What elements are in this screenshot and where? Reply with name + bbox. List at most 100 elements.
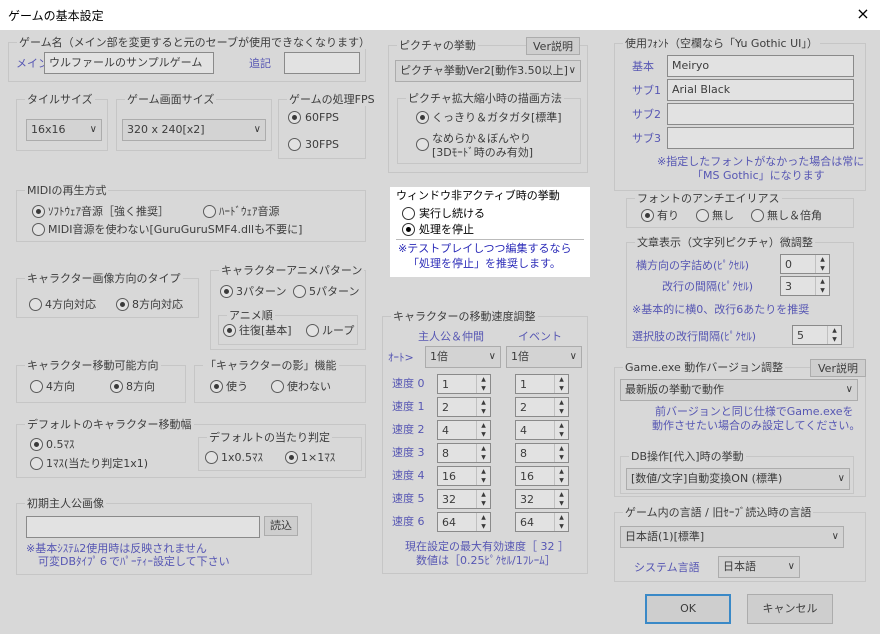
auto-hero-select[interactable]: 1倍 ∨ [425,346,501,368]
spin-down-icon[interactable]: ▼ [477,384,490,393]
order-loop-radio[interactable] [306,324,319,337]
spin-down-icon[interactable]: ▼ [477,453,490,462]
spin-buttons[interactable]: ▲ ▼ [554,398,568,416]
move-8-radio[interactable] [110,380,123,393]
picture-behavior-select[interactable]: ピクチャ挙動Ver2[動作3.50以上] ∨ [395,60,581,82]
spacing-spin[interactable]: 0 ▲ ▼ [780,254,830,274]
spin-up-icon[interactable]: ▲ [555,490,568,499]
order-pingpong-radio[interactable] [223,324,236,337]
width-full-radio[interactable] [30,457,43,470]
speed-3-event-spin[interactable]: 8 ▲ ▼ [515,443,569,463]
spin-up-icon[interactable]: ▲ [816,255,829,264]
spin-buttons[interactable]: ▲ ▼ [827,326,841,344]
spin-up-icon[interactable]: ▲ [555,398,568,407]
spin-buttons[interactable]: ▲ ▼ [815,255,829,273]
dir-4-radio[interactable] [29,298,42,311]
shadow-on-radio[interactable] [210,380,223,393]
speed-6-event-spin[interactable]: 64 ▲ ▼ [515,512,569,532]
aa-on-radio[interactable] [641,209,654,222]
anim-5-radio[interactable] [293,285,306,298]
exe-version-select[interactable]: 最新版の挙動で動作 ∨ [620,379,858,401]
midi-soft-radio[interactable] [32,205,45,218]
spin-down-icon[interactable]: ▼ [816,286,829,295]
tile-size-select[interactable]: 16x16 ∨ [26,119,102,141]
spin-down-icon[interactable]: ▼ [555,476,568,485]
spin-down-icon[interactable]: ▼ [816,264,829,273]
spin-up-icon[interactable]: ▲ [477,513,490,522]
spin-buttons[interactable]: ▲ ▼ [554,467,568,485]
font-sub1-input[interactable]: Arial Black [667,79,854,101]
spin-buttons[interactable]: ▲ ▼ [554,421,568,439]
spin-up-icon[interactable]: ▲ [477,444,490,453]
spin-buttons[interactable]: ▲ ▼ [476,375,490,393]
anim-3-radio[interactable] [220,285,233,298]
spin-down-icon[interactable]: ▼ [477,499,490,508]
speed-4-event-spin[interactable]: 16 ▲ ▼ [515,466,569,486]
font-sub2-input[interactable] [667,103,854,125]
picture-ver-button[interactable]: Ver説明 [526,37,580,55]
speed-4-hero-spin[interactable]: 16 ▲ ▼ [437,466,491,486]
inactive-continue-radio[interactable] [402,207,415,220]
speed-5-hero-spin[interactable]: 32 ▲ ▼ [437,489,491,509]
spin-up-icon[interactable]: ▲ [477,398,490,407]
extra-name-input[interactable] [284,52,360,74]
spin-buttons[interactable]: ▲ ▼ [554,490,568,508]
hit-full-radio[interactable] [285,451,298,464]
spin-buttons[interactable]: ▲ ▼ [554,375,568,393]
spin-down-icon[interactable]: ▼ [828,335,841,344]
spin-buttons[interactable]: ▲ ▼ [815,277,829,295]
spin-down-icon[interactable]: ▼ [555,499,568,508]
speed-1-event-spin[interactable]: 2 ▲ ▼ [515,397,569,417]
spin-down-icon[interactable]: ▼ [477,476,490,485]
midi-none-radio[interactable] [32,223,45,236]
spin-up-icon[interactable]: ▲ [816,277,829,286]
spin-buttons[interactable]: ▲ ▼ [476,398,490,416]
screen-size-select[interactable]: 320 x 240[x2] ∨ [122,119,266,141]
spin-up-icon[interactable]: ▲ [828,326,841,335]
move-4-radio[interactable] [30,380,43,393]
midi-hard-radio[interactable] [203,205,216,218]
speed-5-event-spin[interactable]: 32 ▲ ▼ [515,489,569,509]
spin-down-icon[interactable]: ▼ [477,522,490,531]
spin-down-icon[interactable]: ▼ [555,407,568,416]
speed-2-event-spin[interactable]: 4 ▲ ▼ [515,420,569,440]
spin-up-icon[interactable]: ▲ [555,421,568,430]
spin-up-icon[interactable]: ▲ [555,444,568,453]
fps-30-radio[interactable] [288,138,301,151]
fps-60-radio[interactable] [288,111,301,124]
speed-2-hero-spin[interactable]: 4 ▲ ▼ [437,420,491,440]
spin-down-icon[interactable]: ▼ [555,430,568,439]
speed-1-hero-spin[interactable]: 2 ▲ ▼ [437,397,491,417]
choice-spacing-spin[interactable]: 5 ▲ ▼ [792,325,842,345]
aa-off-double-radio[interactable] [751,209,764,222]
exe-ver-button[interactable]: Ver説明 [810,359,866,377]
close-icon[interactable]: × [852,4,874,24]
language-select[interactable]: 日本語(1)[標準] ∨ [620,526,844,548]
spin-up-icon[interactable]: ▲ [477,375,490,384]
spin-up-icon[interactable]: ▲ [555,375,568,384]
db-op-select[interactable]: [数値/文字]自動変換ON (標準) ∨ [626,468,850,490]
ok-button[interactable]: OK [645,594,731,624]
scale-sharp-radio[interactable] [416,111,429,124]
font-sub3-input[interactable] [667,127,854,149]
cancel-button[interactable]: キャンセル [747,594,833,624]
spin-buttons[interactable]: ▲ ▼ [476,444,490,462]
speed-3-hero-spin[interactable]: 8 ▲ ▼ [437,443,491,463]
spin-buttons[interactable]: ▲ ▼ [476,421,490,439]
line-spacing-spin[interactable]: 3 ▲ ▼ [780,276,830,296]
system-language-select[interactable]: 日本語 ∨ [718,556,800,578]
speed-0-hero-spin[interactable]: 1 ▲ ▼ [437,374,491,394]
auto-event-select[interactable]: 1倍 ∨ [506,346,582,368]
aa-off-radio[interactable] [696,209,709,222]
spin-down-icon[interactable]: ▼ [555,453,568,462]
spin-buttons[interactable]: ▲ ▼ [554,444,568,462]
load-button[interactable]: 読込 [264,516,298,536]
spin-down-icon[interactable]: ▼ [555,522,568,531]
main-name-input[interactable]: ウルファールのサンプルゲーム [44,52,214,74]
spin-down-icon[interactable]: ▼ [555,384,568,393]
speed-0-event-spin[interactable]: 1 ▲ ▼ [515,374,569,394]
initial-hero-input[interactable] [26,516,260,538]
spin-buttons[interactable]: ▲ ▼ [554,513,568,531]
spin-down-icon[interactable]: ▼ [477,430,490,439]
spin-buttons[interactable]: ▲ ▼ [476,513,490,531]
